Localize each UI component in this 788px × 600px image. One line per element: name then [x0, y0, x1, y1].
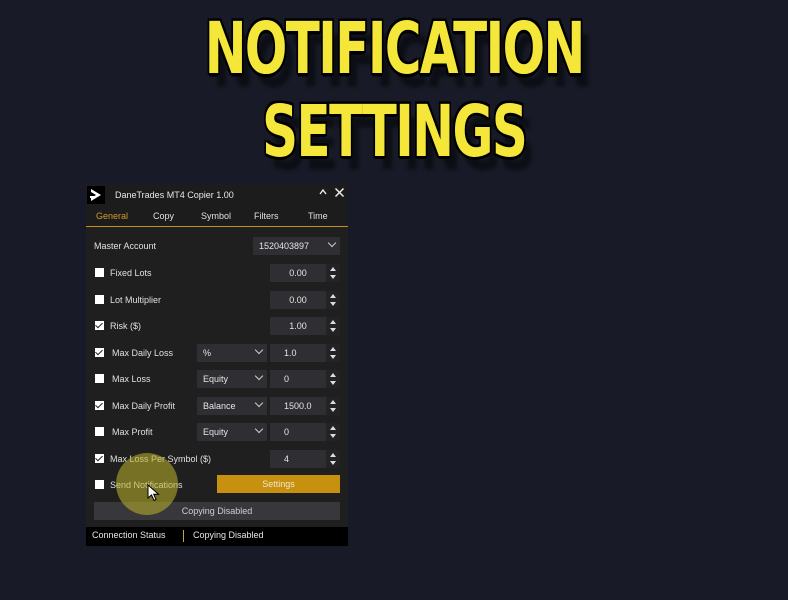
chevron-down-icon — [327, 238, 337, 248]
max-profit-row: Max Profit Equity 0 — [86, 423, 348, 441]
copying-toggle-button[interactable]: Copying Disabled — [94, 502, 340, 520]
max-profit-spinner[interactable] — [326, 423, 340, 441]
max-loss-per-symbol-checkbox[interactable] — [95, 454, 104, 463]
chevron-down-icon — [254, 371, 264, 381]
tab-bar: General Copy Symbol Filters Time — [86, 206, 348, 227]
fixed-lots-input[interactable]: 0.00 — [270, 264, 326, 282]
risk-row: Risk ($) 1.00 — [86, 317, 348, 335]
connection-status-label: Connection Status — [92, 530, 166, 540]
chevron-down-icon — [254, 345, 264, 355]
arrow-up-icon — [330, 294, 336, 298]
page-headline: NOTIFICATION SETTINGS — [204, 8, 586, 174]
play-chevron-logo-icon — [87, 186, 105, 204]
status-bar: Connection Status Copying Disabled — [86, 527, 348, 546]
max-loss-label: Max Loss — [112, 374, 151, 384]
master-account-select[interactable]: 1520403897 — [253, 237, 340, 255]
max-daily-loss-row: Max Daily Loss % 1.0 — [86, 344, 348, 362]
max-daily-profit-input[interactable]: 1500.0 — [270, 397, 326, 415]
close-icon — [334, 187, 344, 198]
max-daily-profit-label: Max Daily Profit — [112, 401, 176, 411]
max-loss-per-symbol-spinner[interactable] — [326, 450, 340, 468]
max-daily-profit-spinner[interactable] — [326, 397, 340, 415]
tab-symbol[interactable]: Symbol — [201, 211, 231, 221]
max-daily-loss-mode-select[interactable]: % — [197, 344, 267, 362]
max-loss-checkbox[interactable] — [95, 374, 104, 383]
max-daily-profit-mode: Balance — [203, 401, 236, 411]
send-notifications-checkbox[interactable] — [95, 480, 104, 489]
chevron-down-icon — [254, 424, 264, 434]
max-daily-profit-row: Max Daily Profit Balance 1500.0 — [86, 397, 348, 415]
master-account-value: 1520403897 — [259, 241, 310, 251]
max-loss-per-symbol-label: Max Loss Per Symbol ($) — [110, 454, 212, 464]
max-profit-label: Max Profit — [112, 427, 153, 437]
arrow-up-icon — [330, 373, 336, 377]
fixed-lots-spinner[interactable] — [326, 264, 340, 282]
arrow-down-icon — [330, 408, 336, 412]
chevron-down-icon — [254, 398, 264, 408]
arrow-down-icon — [330, 434, 336, 438]
max-profit-mode: Equity — [203, 427, 229, 437]
max-loss-mode: Equity — [203, 374, 229, 384]
risk-spinner[interactable] — [326, 317, 340, 335]
send-notifications-label: Send Notifications — [110, 480, 183, 490]
close-button[interactable] — [332, 187, 346, 201]
max-loss-mode-select[interactable]: Equity — [197, 370, 267, 388]
lot-multiplier-spinner[interactable] — [326, 291, 340, 309]
arrow-up-icon — [330, 426, 336, 430]
max-loss-row: Max Loss Equity 0 — [86, 370, 348, 388]
fixed-lots-checkbox[interactable] — [95, 268, 104, 277]
arrow-down-icon — [330, 275, 336, 279]
status-divider — [183, 530, 184, 542]
window-title: DaneTrades MT4 Copier 1.00 — [115, 190, 234, 200]
max-daily-loss-checkbox[interactable] — [95, 348, 104, 357]
chevron-up-icon — [319, 188, 327, 195]
fixed-lots-row: Fixed Lots 0.00 — [86, 264, 348, 282]
copier-window: DaneTrades MT4 Copier 1.00 General Copy … — [86, 184, 348, 546]
max-loss-spinner[interactable] — [326, 370, 340, 388]
max-loss-per-symbol-input[interactable]: 4 — [270, 450, 326, 468]
max-daily-loss-spinner[interactable] — [326, 344, 340, 362]
arrow-down-icon — [330, 328, 336, 332]
max-daily-loss-input[interactable]: 1.0 — [270, 344, 326, 362]
max-profit-mode-select[interactable]: Equity — [197, 423, 267, 441]
lot-multiplier-row: Lot Multiplier 0.00 — [86, 291, 348, 309]
tab-copy[interactable]: Copy — [153, 211, 174, 221]
tab-time[interactable]: Time — [308, 211, 328, 221]
lot-multiplier-checkbox[interactable] — [95, 295, 104, 304]
max-daily-profit-checkbox[interactable] — [95, 401, 104, 410]
max-profit-checkbox[interactable] — [95, 427, 104, 436]
risk-input[interactable]: 1.00 — [270, 317, 326, 335]
arrow-up-icon — [330, 347, 336, 351]
tab-filters[interactable]: Filters — [254, 211, 279, 221]
arrow-up-icon — [330, 400, 336, 404]
arrow-down-icon — [330, 302, 336, 306]
arrow-down-icon — [330, 461, 336, 465]
copying-status-text: Copying Disabled — [193, 530, 264, 540]
title-bar: DaneTrades MT4 Copier 1.00 — [86, 184, 348, 206]
risk-label: Risk ($) — [110, 321, 141, 331]
lot-multiplier-input[interactable]: 0.00 — [270, 291, 326, 309]
max-profit-input[interactable]: 0 — [270, 423, 326, 441]
notification-settings-button[interactable]: Settings — [217, 475, 340, 493]
master-account-label: Master Account — [94, 241, 157, 251]
max-daily-profit-mode-select[interactable]: Balance — [197, 397, 267, 415]
arrow-down-icon — [330, 355, 336, 359]
arrow-up-icon — [330, 267, 336, 271]
fixed-lots-label: Fixed Lots — [110, 268, 152, 278]
max-daily-loss-label: Max Daily Loss — [112, 348, 174, 358]
max-daily-loss-mode: % — [203, 348, 212, 358]
lot-multiplier-label: Lot Multiplier — [110, 295, 162, 305]
master-account-row: Master Account 1520403897 — [86, 237, 348, 255]
risk-checkbox[interactable] — [95, 321, 104, 330]
tab-general[interactable]: General — [96, 211, 128, 221]
max-loss-per-symbol-row: Max Loss Per Symbol ($) 4 — [86, 450, 348, 468]
arrow-up-icon — [330, 453, 336, 457]
arrow-up-icon — [330, 320, 336, 324]
max-loss-input[interactable]: 0 — [270, 370, 326, 388]
arrow-down-icon — [330, 381, 336, 385]
collapse-button[interactable] — [316, 187, 330, 201]
